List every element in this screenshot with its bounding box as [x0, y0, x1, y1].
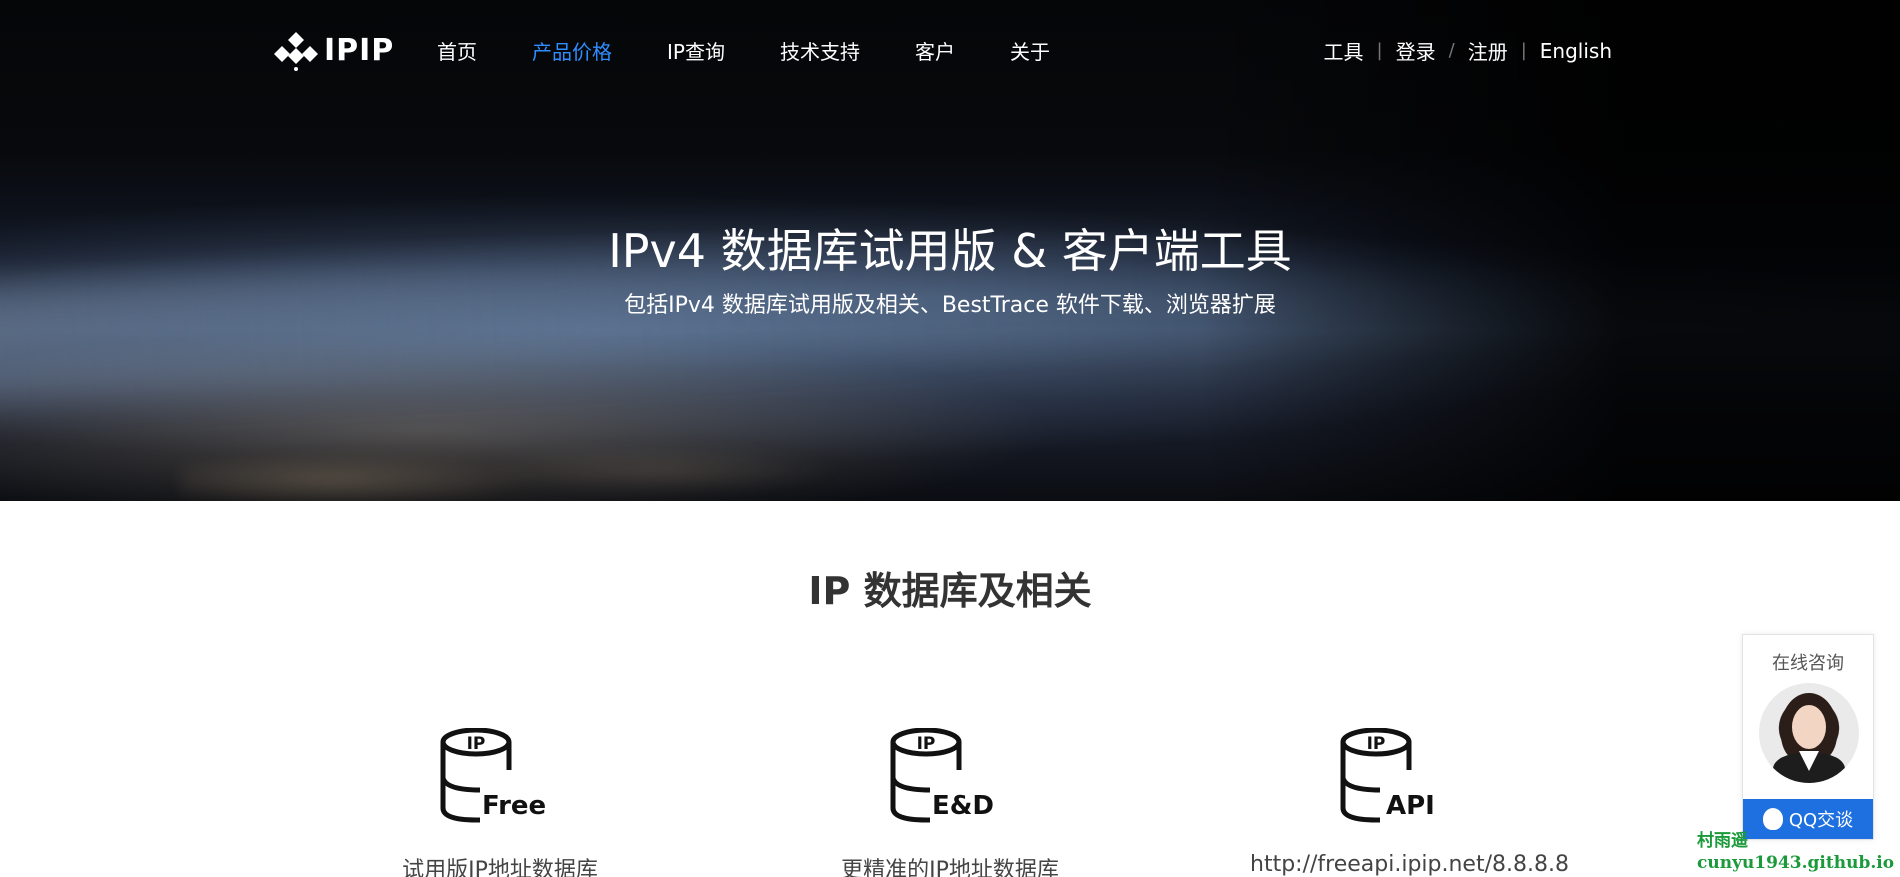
earth-clouds — [180, 430, 880, 501]
ipip-logo[interactable]: IPIP — [274, 27, 394, 73]
divider: | — [1520, 40, 1527, 61]
watermark: 村雨遥 cunyu1943.github.io — [1697, 830, 1894, 874]
logo-text: IPIP — [324, 32, 395, 68]
icon-label-top: IP — [917, 734, 936, 754]
card-desc: 更精准的IP地址数据库 — [841, 858, 1059, 877]
login-link[interactable]: 登录 — [1396, 36, 1436, 65]
card-free-database[interactable]: IP Free 试用版IP地址数据库 — [350, 728, 650, 877]
icon-label: E&D — [932, 791, 994, 821]
nav-item-ip-lookup[interactable]: IP查询 — [667, 36, 725, 65]
card-desc: 试用版IP地址数据库 — [402, 858, 598, 877]
card-api[interactable]: IP API http://freeapi.ipip.net/8.8.8.8 — [1250, 728, 1569, 877]
user-links: 工具 | 登录 / 注册 | English — [1324, 36, 1612, 65]
hero-subtitle: 包括IPv4 数据库试用版及相关、BestTrace 软件下载、浏览器扩展 — [624, 293, 1276, 318]
card-ed-database[interactable]: IP E&D 更精准的IP地址数据库 — [800, 728, 1100, 877]
watermark-url: cunyu1943.github.io — [1697, 853, 1895, 873]
database-ed-icon: IP E&D — [890, 728, 994, 823]
database-free-icon: IP Free — [440, 728, 546, 823]
consult-title: 在线咨询 — [1772, 653, 1844, 674]
icon-label: API — [1386, 791, 1435, 821]
watermark-name: 村雨遥 — [1697, 831, 1748, 851]
logo-mark-icon — [274, 32, 318, 71]
online-consult-widget: 在线咨询 QQ交谈 — [1742, 634, 1874, 840]
agent-avatar — [1759, 683, 1859, 783]
main-menu: 首页 产品价格 IP查询 技术支持 客户 关于 — [437, 36, 1105, 65]
top-nav: IPIP 首页 产品价格 IP查询 技术支持 客户 关于 工具 | 登录 / 注… — [0, 0, 1900, 100]
nav-item-customers[interactable]: 客户 — [915, 36, 955, 65]
english-link[interactable]: English — [1540, 39, 1612, 63]
icon-label: Free — [482, 791, 546, 821]
hero-title: IPv4 数据库试用版 & 客户端工具 — [608, 224, 1292, 278]
divider: / — [1448, 40, 1455, 61]
card-desc: http://freeapi.ipip.net/8.8.8.8 — [1250, 852, 1569, 877]
qq-icon — [1762, 808, 1783, 830]
icon-label-top: IP — [467, 734, 486, 754]
qq-chat-label: QQ交谈 — [1788, 810, 1854, 831]
nav-item-support[interactable]: 技术支持 — [780, 36, 860, 65]
icon-label-top: IP — [1367, 734, 1386, 754]
register-link[interactable]: 注册 — [1468, 36, 1508, 65]
database-api-icon: IP API — [1340, 728, 1435, 823]
divider: | — [1376, 40, 1383, 61]
nav-item-about[interactable]: 关于 — [1010, 36, 1050, 65]
nav-item-home[interactable]: 首页 — [437, 36, 477, 65]
tools-link[interactable]: 工具 — [1324, 36, 1364, 65]
nav-item-pricing[interactable]: 产品价格 — [532, 36, 612, 65]
section-title: IP 数据库及相关 — [808, 569, 1092, 613]
